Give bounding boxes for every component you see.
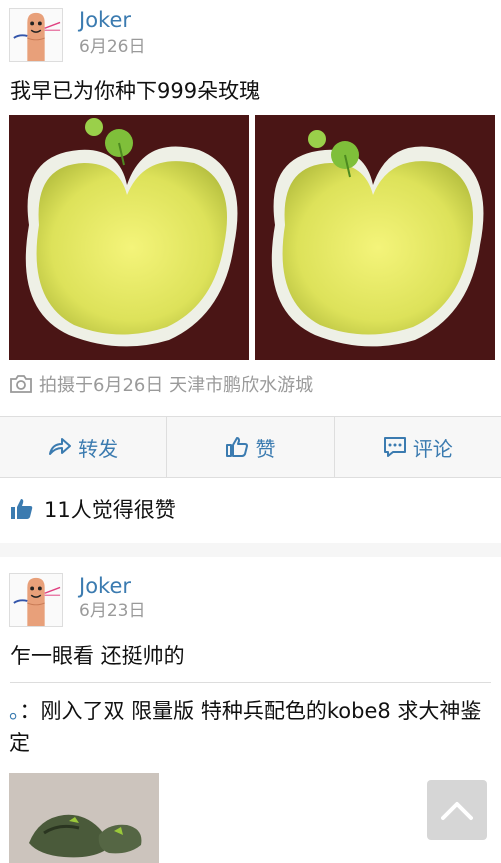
post-date: 6月26日 (79, 37, 146, 57)
post-photo[interactable] (255, 115, 495, 360)
like-label: 赞 (255, 436, 276, 461)
action-bar: 转发 赞 评论 (0, 416, 501, 478)
avatar[interactable] (9, 8, 63, 62)
forward-label: 转发 (78, 436, 119, 461)
photo-location: 拍摄于6月26日 天津市鹏欣水游城 (9, 372, 313, 396)
like-button[interactable]: 赞 (166, 417, 333, 477)
post-photo[interactable] (9, 115, 249, 360)
divider (10, 682, 491, 683)
repost-photo[interactable] (9, 773, 159, 863)
comment-label: 评论 (412, 436, 453, 461)
author-name[interactable]: Joker (79, 8, 131, 32)
repost-author[interactable]: 。 (9, 699, 20, 723)
author-name[interactable]: Joker (79, 574, 131, 598)
forward-icon (49, 438, 72, 455)
post-text: 乍一眼看 还挺帅的 (10, 644, 185, 668)
post-card: Joker 6月26日 我早已为你种下999朵玫瑰 拍摄于6月26日 天津市鹏欣… (0, 0, 501, 543)
thumbs-up-icon (226, 437, 249, 457)
likes-summary[interactable]: 11人觉得很赞 (10, 495, 176, 523)
repost-body: ：刚入了双 限量版 特种兵配色的kobe8 求大神鉴定 (9, 699, 482, 755)
post-text: 我早已为你种下999朵玫瑰 (10, 79, 261, 103)
avatar[interactable] (9, 573, 63, 627)
scroll-to-top-button[interactable] (427, 780, 487, 840)
likes-count-text: 11人觉得很赞 (44, 498, 176, 522)
post-date: 6月23日 (79, 601, 146, 621)
camera-icon (10, 375, 32, 393)
repost-text[interactable]: 。：刚入了双 限量版 特种兵配色的kobe8 求大神鉴定 (9, 695, 493, 759)
forward-button[interactable]: 转发 (0, 417, 166, 477)
location-text: 拍摄于6月26日 天津市鹏欣水游城 (39, 375, 314, 396)
comment-button[interactable]: 评论 (333, 417, 501, 477)
chevron-up-icon (441, 802, 473, 820)
comment-icon (383, 437, 406, 457)
thumbs-up-icon (11, 499, 33, 519)
